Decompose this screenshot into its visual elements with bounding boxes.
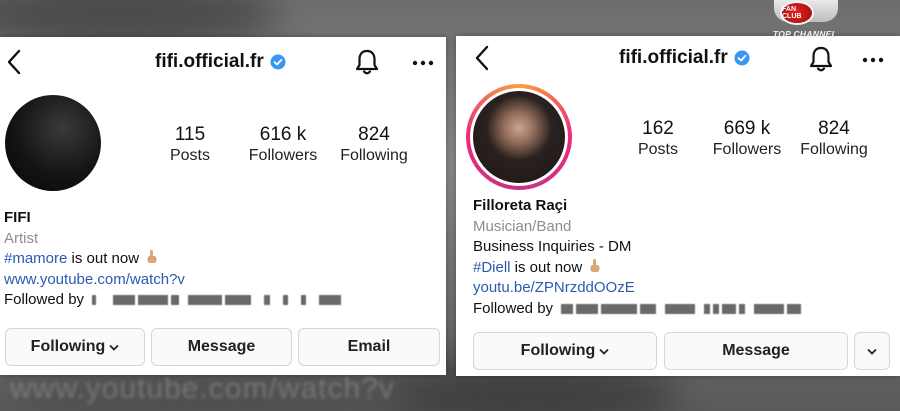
stat-value: 616 k: [259, 124, 307, 145]
chevron-down-icon: [599, 348, 609, 355]
profile-header: fifi.official.fr: [456, 36, 900, 86]
profile-card-right: fifi.official.fr 162 Posts 669 k Followe…: [456, 36, 900, 376]
profile-name: FIFI: [4, 209, 31, 226]
back-arrow-icon[interactable]: [472, 44, 492, 72]
bio-business-line: Business Inquiries - DM: [473, 238, 632, 255]
censored-followers: [92, 293, 342, 307]
more-icon[interactable]: [862, 56, 884, 64]
message-button-label: Message: [722, 342, 790, 359]
channel-logo: FAN CLUB TOP CHANNEL: [768, 0, 842, 42]
posts-count[interactable]: 162 Posts: [628, 118, 688, 160]
bell-icon[interactable]: [354, 48, 380, 76]
following-button-label: Following: [520, 342, 596, 359]
message-button[interactable]: Message: [664, 332, 848, 370]
stat-value: 669 k: [723, 118, 771, 139]
following-count[interactable]: 824 Following: [796, 118, 872, 160]
bio-hashtag[interactable]: #mamore: [4, 250, 67, 267]
chevron-down-icon: [109, 344, 119, 351]
posts-count[interactable]: 115 Posts: [160, 124, 220, 166]
email-button[interactable]: Email: [298, 328, 440, 366]
profile-username: fifi.official.fr: [619, 47, 728, 68]
following-button[interactable]: Following: [5, 328, 145, 366]
followers-count[interactable]: 669 k Followers: [704, 118, 790, 160]
following-count[interactable]: 824 Following: [336, 124, 412, 166]
profile-header: fifi.official.fr: [0, 37, 446, 87]
stat-label: Following: [800, 141, 868, 158]
stat-value: 115: [174, 124, 206, 145]
bio-text: is out now: [510, 258, 583, 276]
bio-link[interactable]: youtu.be/ZPNrzddOOzE: [473, 278, 801, 299]
pointing-hand-icon: [590, 258, 600, 272]
bio-link[interactable]: www.youtube.com/watch?v: [4, 270, 341, 291]
stat-value: 824: [358, 124, 390, 145]
followed-by-label: Followed by: [473, 299, 554, 317]
back-arrow-icon[interactable]: [4, 48, 24, 76]
stat-label: Posts: [637, 141, 678, 158]
more-icon[interactable]: [412, 59, 434, 67]
pointing-hand-icon: [147, 250, 157, 263]
profile-bio: Filloreta Raçi Musician/Band Business In…: [473, 196, 802, 319]
verified-badge-icon: [734, 50, 750, 66]
stat-label: Following: [340, 147, 408, 164]
profile-name: Filloreta Raçi: [473, 197, 568, 214]
chevron-down-icon: [867, 348, 877, 355]
stat-label: Posts: [169, 147, 210, 164]
profile-avatar-story-ring[interactable]: [466, 84, 572, 190]
fan-club-badge: FAN CLUB: [780, 1, 814, 25]
message-button[interactable]: Message: [151, 328, 292, 366]
profile-bio: FIFI Artist #mamore is out now www.youtu…: [4, 208, 342, 311]
followers-count[interactable]: 616 k Followers: [240, 124, 326, 166]
stat-label: Followers: [248, 147, 318, 164]
censored-followers: [561, 302, 802, 316]
stat-label: Followers: [712, 141, 782, 158]
verified-badge-icon: [270, 54, 286, 70]
stat-value: 162: [642, 118, 674, 139]
profile-avatar[interactable]: [5, 95, 101, 191]
message-button-label: Message: [187, 338, 256, 355]
profile-username: fifi.official.fr: [155, 51, 264, 72]
followed-by-label: Followed by: [4, 291, 85, 308]
suggested-accounts-button[interactable]: [854, 332, 890, 370]
following-button-label: Following: [30, 338, 106, 355]
bio-hashtag[interactable]: #Diell: [473, 259, 511, 276]
profile-category: Artist: [4, 229, 39, 247]
channel-caption: TOP CHANNEL: [772, 29, 838, 39]
email-button-label: Email: [347, 338, 391, 355]
bio-text: is out now: [67, 250, 140, 267]
profile-category: Musician/Band: [473, 217, 572, 235]
background-watermark-text: www.youtube.com/watch?v: [10, 372, 395, 405]
following-button[interactable]: Following: [473, 332, 657, 370]
profile-card-left: fifi.official.fr 115 Posts 616 k Followe…: [0, 37, 446, 375]
profile-avatar: [473, 91, 565, 183]
bell-icon[interactable]: [808, 45, 834, 73]
stat-value: 824: [818, 118, 850, 139]
